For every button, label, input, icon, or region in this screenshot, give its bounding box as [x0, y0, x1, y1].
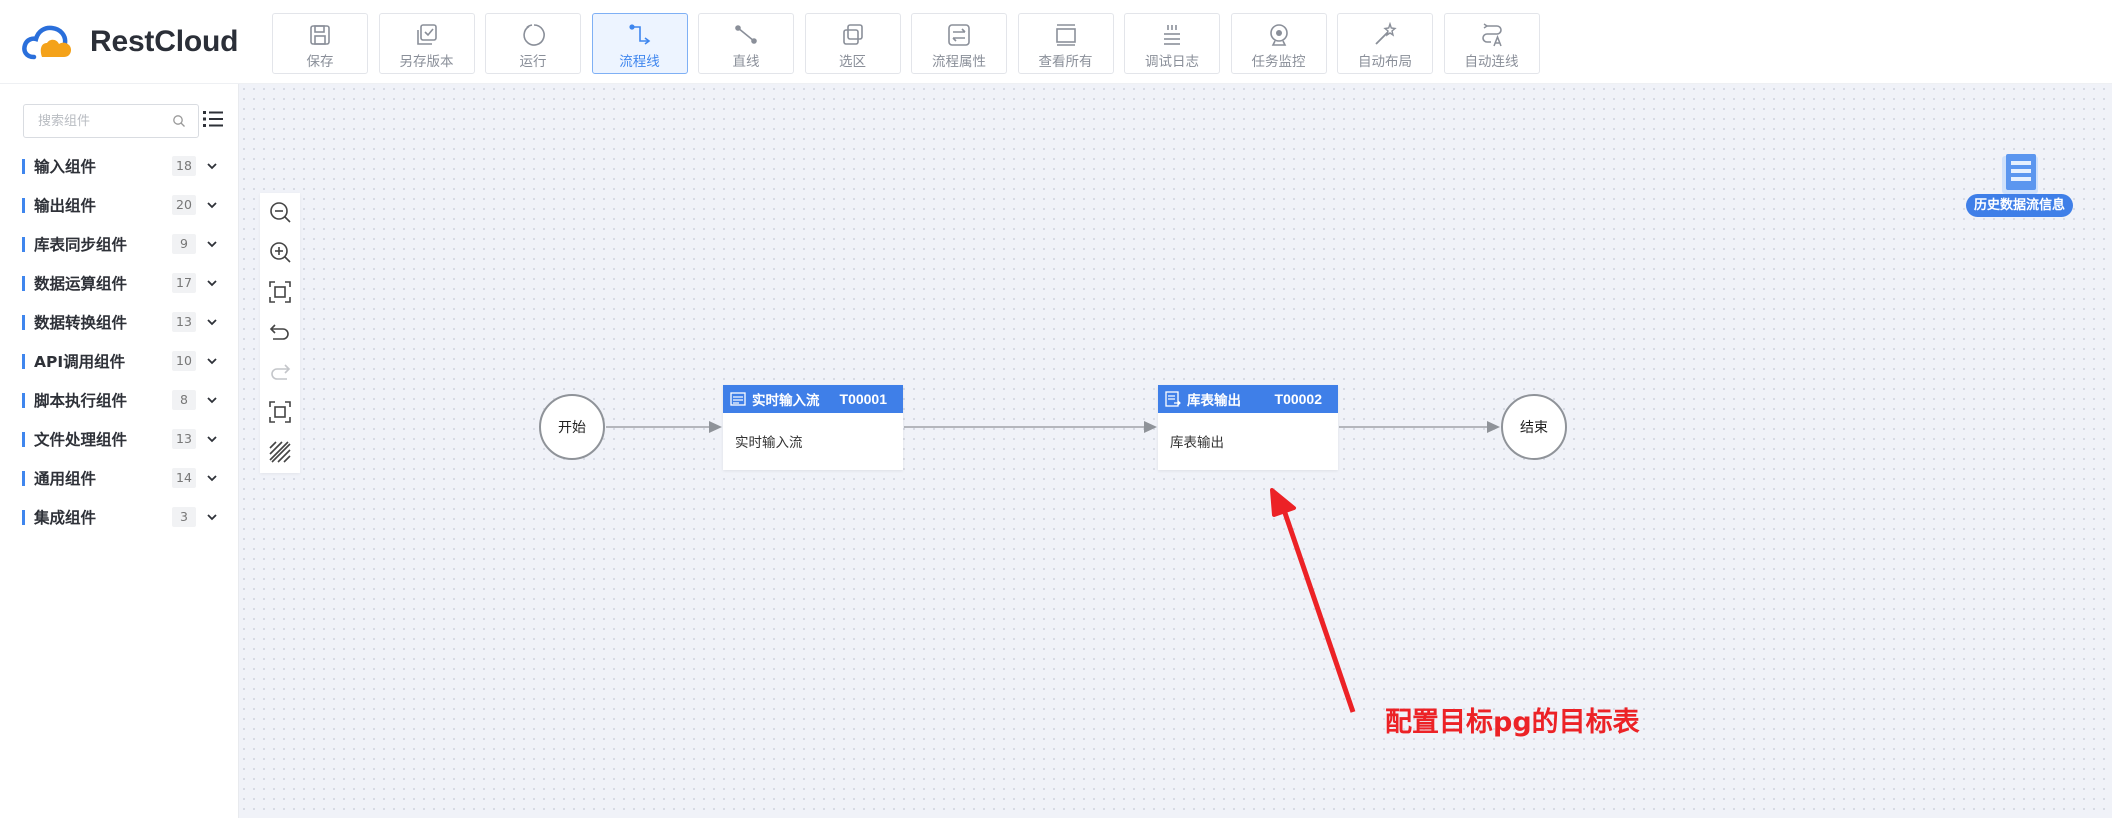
task-code: T00001	[839, 391, 887, 407]
history-data-icon	[2002, 154, 2038, 194]
flow-connectors	[606, 421, 1500, 713]
task-node-realtime-input[interactable]: 实时输入流 T00001 实时输入流	[723, 385, 903, 470]
task-node-header: 库表输出 T00002	[1158, 385, 1338, 413]
annotation-text: 配置目标pg的目标表	[1385, 707, 1640, 738]
annotation-arrow	[1281, 509, 1356, 713]
task-node-body: 库表输出	[1170, 435, 1224, 451]
end-node[interactable]: 结束	[1501, 394, 1567, 460]
task-code: T00002	[1274, 391, 1322, 407]
task-node-body: 实时输入流	[735, 435, 803, 451]
stream-input-icon	[730, 392, 746, 406]
history-label: 历史数据流信息	[1966, 194, 2074, 217]
task-node-table-output[interactable]: 库表输出 T00002 库表输出	[1158, 385, 1338, 470]
start-node[interactable]: 开始	[539, 394, 605, 460]
history-dataflow-button[interactable]: 历史数据流信息	[1966, 152, 2086, 218]
table-output-icon	[1165, 391, 1181, 407]
task-node-header: 实时输入流 T00001	[723, 385, 903, 413]
